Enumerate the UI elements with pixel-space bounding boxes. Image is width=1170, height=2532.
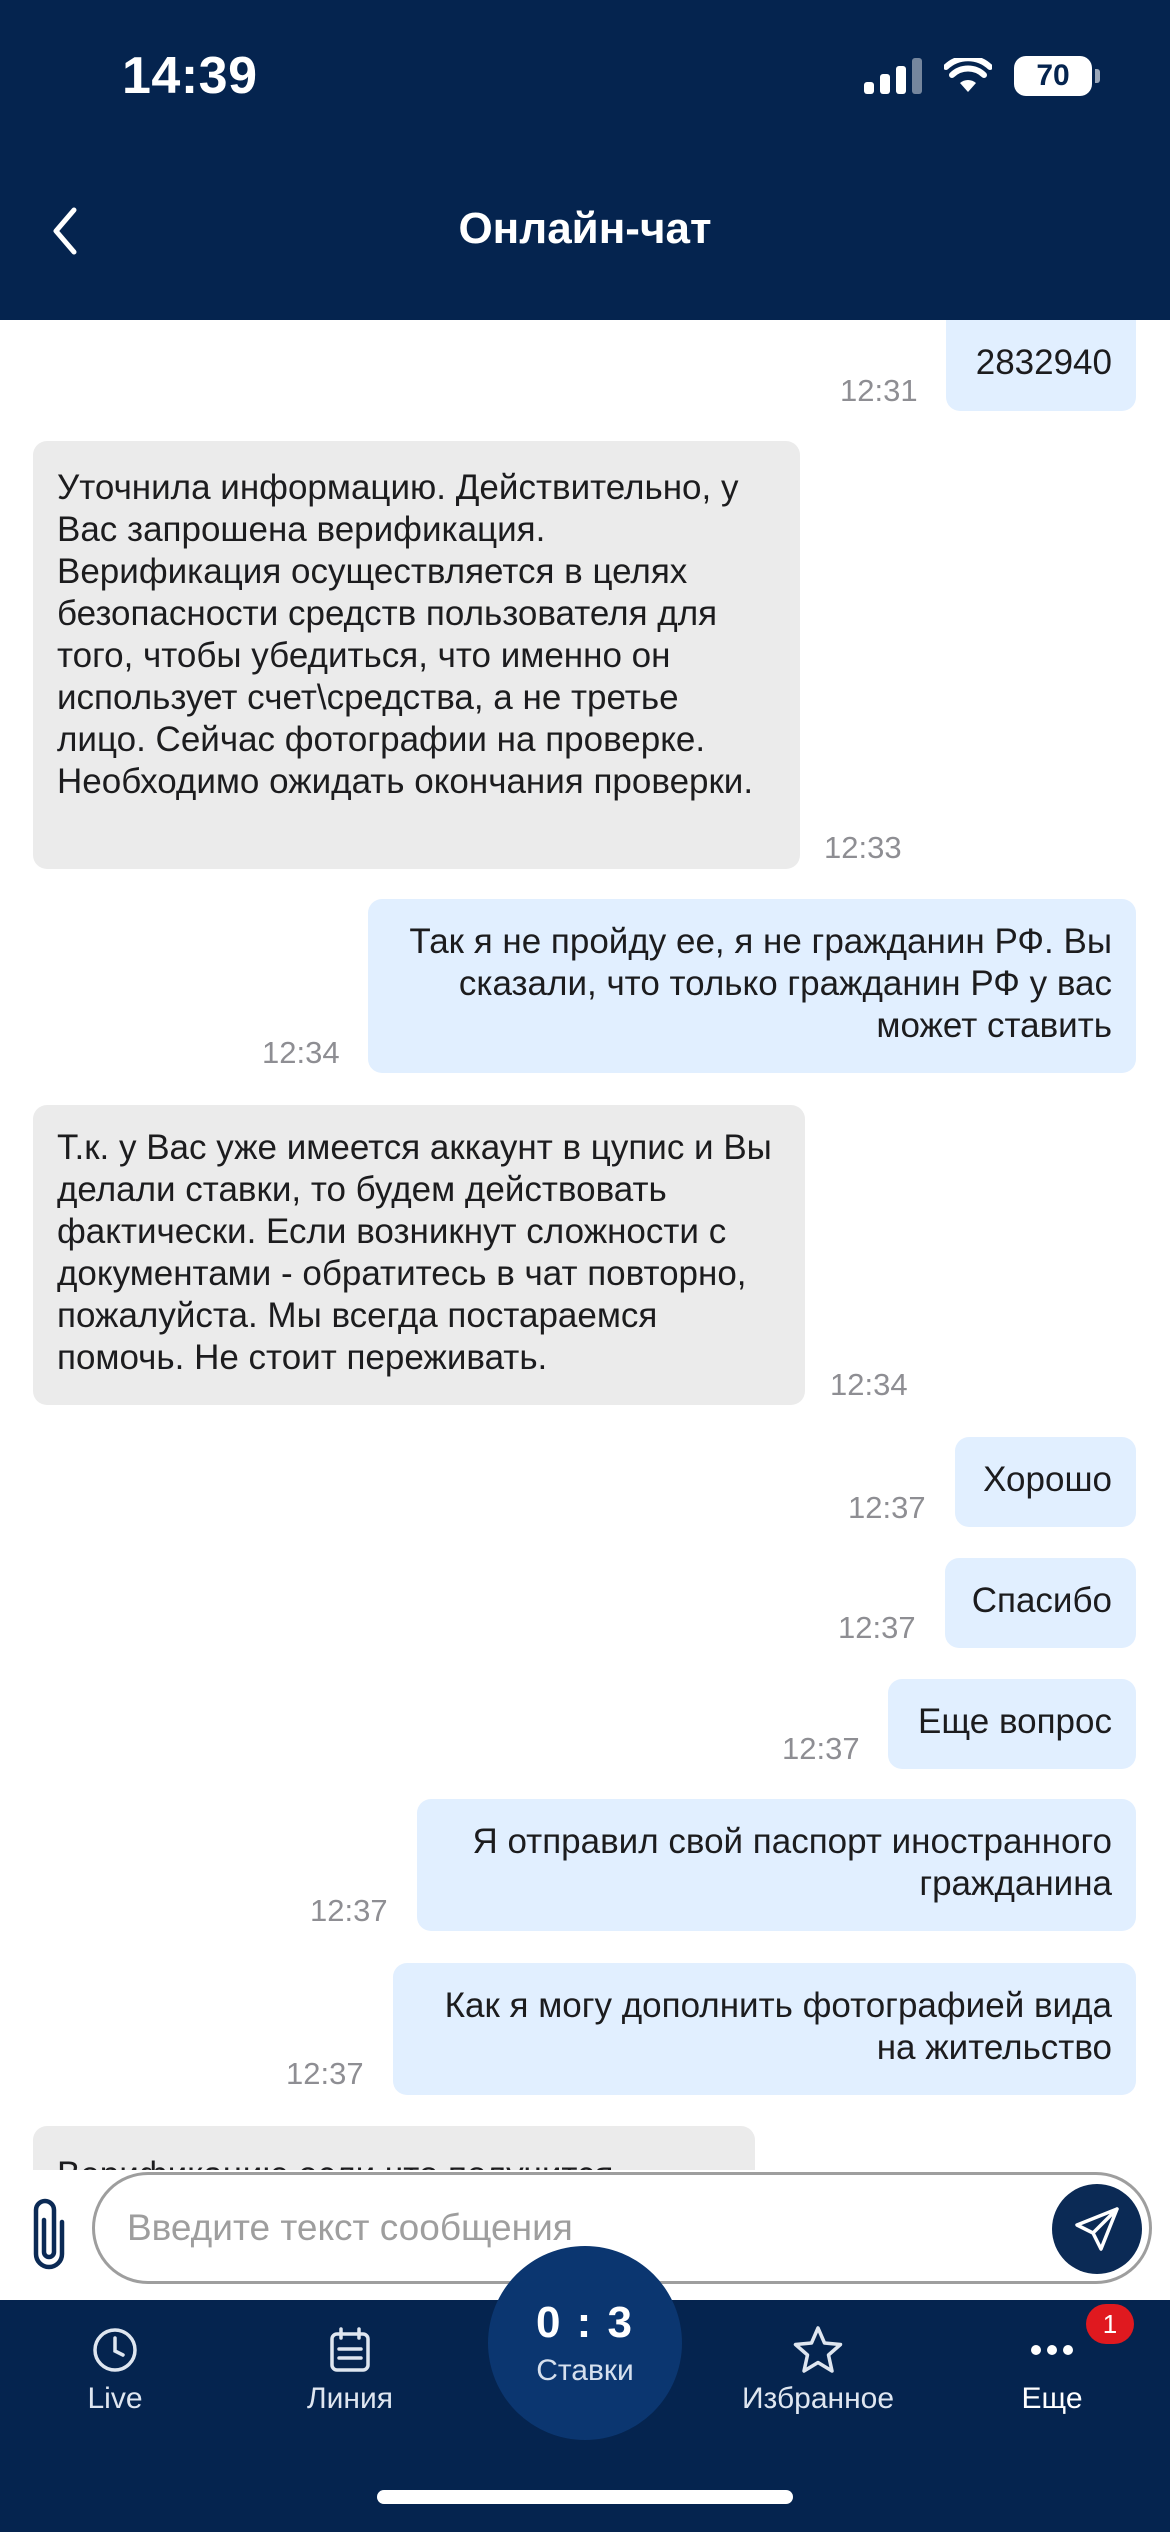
message-time: 12:37: [782, 1731, 860, 1766]
message-text: 2832940: [975, 343, 1112, 382]
status-icons: 70: [864, 56, 1100, 96]
message-text: Так я не пройду ее, я не гражданин РФ. В…: [409, 922, 1112, 1045]
send-icon: [1075, 2207, 1119, 2251]
message-incoming[interactable]: Т.к. у Вас уже имеется аккаунт в цупис и…: [33, 1105, 805, 1405]
message-text: Верификацию если что получится: [57, 2155, 613, 2170]
attach-button[interactable]: [26, 2192, 72, 2276]
message-incoming[interactable]: Уточнила информацию. Действительно, у Ва…: [33, 441, 800, 869]
tab-line[interactable]: Линия: [260, 2322, 440, 2416]
message-time: 12:33: [824, 830, 902, 865]
tab-label: Избранное: [741, 2382, 895, 2415]
message-text: Еще вопрос: [918, 1702, 1112, 1741]
message-time: 12:37: [286, 2056, 364, 2091]
message-text: Т.к. у Вас уже имеется аккаунт в цупис и…: [57, 1128, 772, 1377]
message-incoming[interactable]: Верификацию если что получится: [33, 2126, 755, 2170]
message-time: 12:34: [830, 1367, 908, 1402]
calendar-icon: [330, 2327, 370, 2372]
cellular-signal-icon: [864, 58, 922, 94]
message-text: Хорошо: [983, 1460, 1112, 1499]
message-outgoing[interactable]: Как я могу дополнить фотографией вида на…: [393, 1963, 1136, 2095]
header: 14:39 70 Онлайн-чат: [0, 0, 1170, 320]
message-outgoing[interactable]: Так я не пройду ее, я не гражданин РФ. В…: [368, 899, 1136, 1073]
message-outgoing[interactable]: Я отправил свой паспорт иностранного гра…: [417, 1799, 1136, 1931]
tab-label: Еще: [1021, 2382, 1083, 2415]
message-time: 12:37: [310, 1893, 388, 1928]
status-time: 14:39: [122, 47, 258, 105]
notification-badge: 1: [1086, 2304, 1134, 2344]
send-button[interactable]: [1052, 2184, 1142, 2274]
tab-live[interactable]: Live: [25, 2322, 205, 2416]
battery-icon: 70: [1014, 56, 1100, 96]
tab-bets[interactable]: 0 : 3 Ставки: [488, 2246, 682, 2440]
tab-label: Ставки: [536, 2354, 634, 2387]
paperclip-icon: [33, 2198, 65, 2270]
message-text: Спасибо: [971, 1581, 1112, 1620]
message-text: Как я могу дополнить фотографией вида на…: [444, 1986, 1112, 2067]
page-title: Онлайн-чат: [458, 204, 712, 253]
more-dots-icon: [1031, 2345, 1073, 2355]
message-outgoing[interactable]: Еще вопрос: [888, 1679, 1136, 1769]
screen: 14:39 70 Онлайн-чат 2832940 12:31 Уточни…: [0, 0, 1170, 2532]
tab-label: Live: [87, 2382, 143, 2415]
clock-icon: [93, 2328, 137, 2372]
message-time: 12:37: [838, 1610, 916, 1645]
message-outgoing[interactable]: Хорошо: [955, 1437, 1136, 1527]
chat-message-list[interactable]: 2832940 12:31 Уточнила информацию. Дейст…: [0, 320, 1170, 2170]
message-text: Уточнила информацию. Действительно, у Ва…: [57, 468, 754, 801]
message-text: Я отправил свой паспорт иностранного гра…: [472, 1822, 1112, 1903]
bet-slip-count: 0 : 3: [535, 2298, 635, 2347]
home-indicator: [377, 2490, 793, 2504]
message-time: 12:31: [840, 373, 918, 408]
wifi-icon: [944, 58, 992, 92]
tab-favorites[interactable]: Избранное: [728, 2322, 908, 2416]
message-outgoing[interactable]: 2832940: [946, 320, 1136, 411]
message-time: 12:34: [262, 1035, 340, 1070]
tab-label: Линия: [306, 2382, 393, 2415]
message-outgoing[interactable]: Спасибо: [945, 1558, 1136, 1648]
message-time: 12:37: [848, 1490, 926, 1525]
star-icon: [793, 2326, 843, 2373]
